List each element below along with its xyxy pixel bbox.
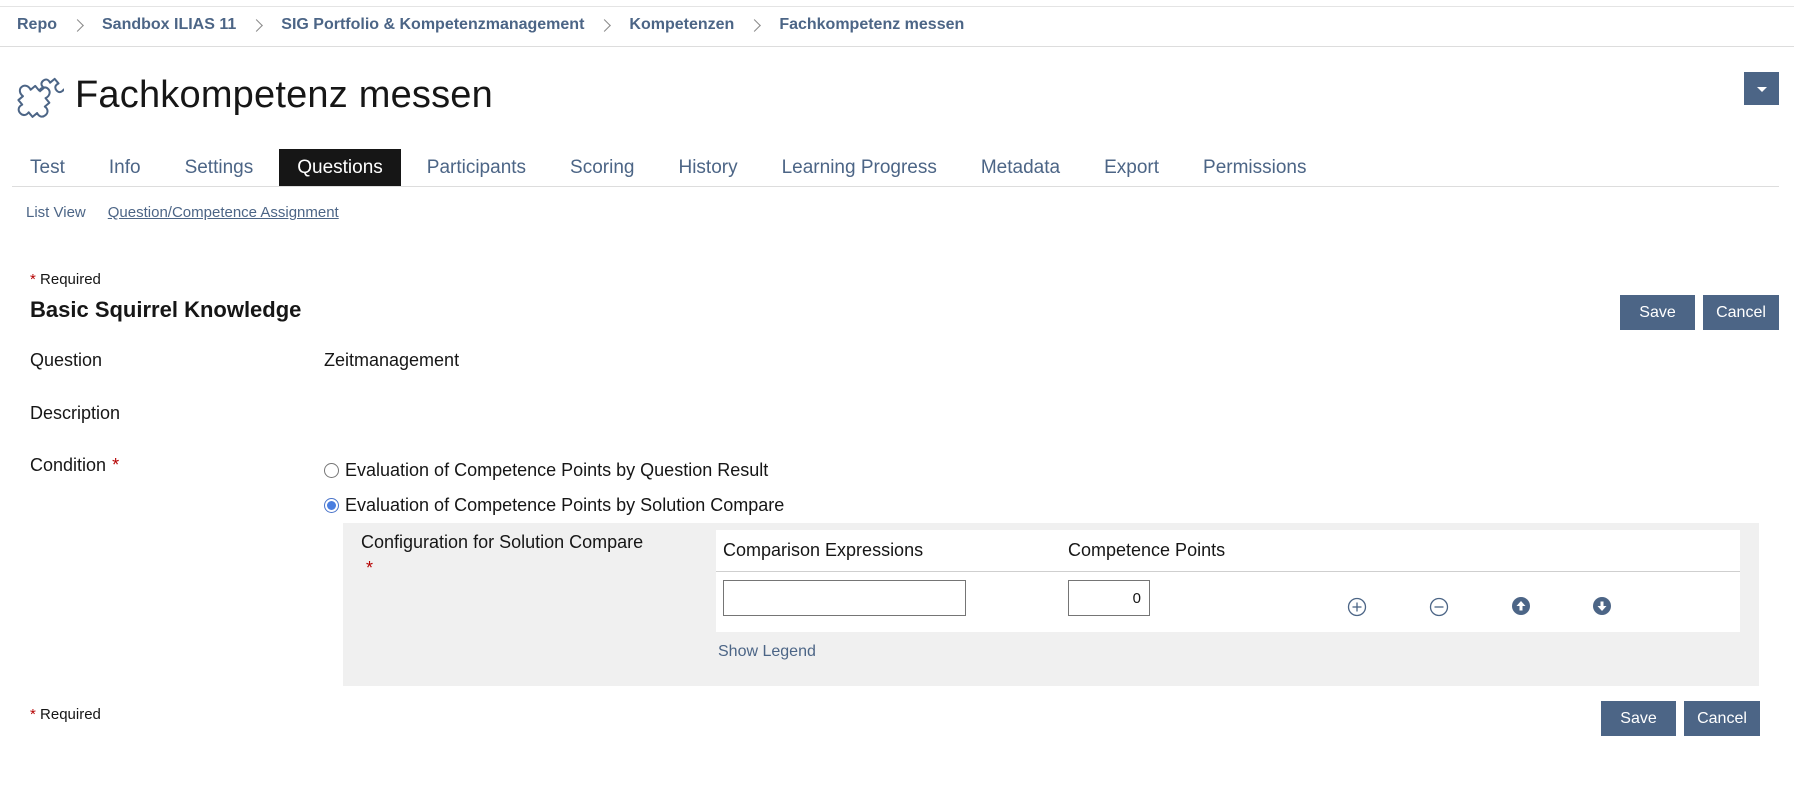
breadcrumb-current[interactable]: Fachkompetenz messen (779, 16, 964, 34)
page-title: Fachkompetenz messen (75, 74, 493, 116)
actions-dropdown-button[interactable] (1744, 72, 1779, 105)
tab-test[interactable]: Test (12, 149, 83, 187)
breadcrumb: Repo Sandbox ILIAS 11 SIG Portfolio & Ko… (17, 14, 964, 36)
condition-option-question-result[interactable]: Evaluation of Competence Points by Quest… (324, 460, 768, 481)
description-label: Description (30, 403, 121, 423)
tab-settings[interactable]: Settings (167, 149, 272, 187)
condition-option-label: Evaluation of Competence Points by Quest… (345, 460, 769, 480)
breadcrumb-kompetenzen[interactable]: Kompetenzen (629, 16, 734, 34)
subtab-bar: List View Question/Competence Assignment (26, 204, 361, 221)
required-star: * (366, 558, 374, 578)
required-star: * (30, 271, 36, 288)
required-note-top: * Required (30, 271, 101, 288)
add-icon[interactable] (1347, 597, 1367, 617)
required-star: * (112, 455, 120, 475)
remove-icon[interactable] (1429, 597, 1449, 617)
chevron-right-icon (748, 18, 762, 32)
save-button-bottom[interactable]: Save (1601, 701, 1676, 736)
tab-bar: Test Info Settings Questions Participant… (12, 149, 1333, 187)
question-value: Zeitmanagement (324, 350, 460, 370)
cancel-button-bottom[interactable]: Cancel (1684, 701, 1760, 736)
tab-info[interactable]: Info (91, 149, 159, 187)
table-header-divider (716, 571, 1740, 572)
condition-label-text: Condition (30, 455, 107, 475)
chevron-right-icon (598, 18, 612, 32)
tab-scoring[interactable]: Scoring (552, 149, 652, 187)
show-legend-link[interactable]: Show Legend (718, 643, 816, 661)
required-note-bottom: * Required (30, 706, 101, 723)
subtab-question-competence-assignment[interactable]: Question/Competence Assignment (108, 204, 339, 221)
config-label: Configuration for Solution Compare (361, 532, 644, 552)
required-label: Required (40, 271, 101, 288)
move-up-icon[interactable] (1511, 596, 1531, 616)
breadcrumb-repo[interactable]: Repo (17, 16, 57, 34)
chevron-right-icon (71, 18, 84, 32)
breadcrumb-sandbox[interactable]: Sandbox ILIAS 11 (102, 16, 236, 34)
tabs-divider (12, 186, 1779, 187)
required-star: * (30, 706, 36, 723)
form-title: Basic Squirrel Knowledge (30, 297, 302, 322)
radio-button[interactable] (324, 463, 339, 478)
column-header-expressions: Comparison Expressions (723, 540, 924, 560)
question-label: Question (30, 350, 103, 370)
radio-button-selected[interactable] (324, 498, 339, 513)
tab-learning-progress[interactable]: Learning Progress (764, 149, 955, 187)
puzzle-icon (17, 77, 64, 118)
subtab-list-view[interactable]: List View (26, 204, 86, 221)
save-button-top[interactable]: Save (1620, 295, 1695, 330)
caret-down-icon (1757, 87, 1767, 92)
tab-export[interactable]: Export (1086, 149, 1177, 187)
chevron-right-icon (250, 18, 264, 32)
competence-points-input[interactable] (1068, 580, 1150, 616)
tab-metadata[interactable]: Metadata (963, 149, 1078, 187)
condition-label: Condition * (30, 455, 119, 476)
cancel-button-top[interactable]: Cancel (1703, 295, 1779, 330)
breadcrumb-divider (0, 46, 1794, 47)
comparison-expression-input[interactable] (723, 580, 966, 616)
tab-questions[interactable]: Questions (279, 149, 401, 187)
condition-option-solution-compare[interactable]: Evaluation of Competence Points by Solut… (324, 495, 784, 516)
required-label: Required (40, 706, 101, 723)
column-header-points: Competence Points (1068, 540, 1226, 560)
tab-permissions[interactable]: Permissions (1185, 149, 1324, 187)
breadcrumb-sig-portfolio[interactable]: SIG Portfolio & Kompetenzmanagement (281, 16, 584, 34)
move-down-icon[interactable] (1592, 596, 1612, 616)
tab-history[interactable]: History (660, 149, 755, 187)
tab-participants[interactable]: Participants (409, 149, 544, 187)
top-border (0, 6, 1794, 7)
condition-option-label: Evaluation of Competence Points by Solut… (345, 495, 785, 515)
